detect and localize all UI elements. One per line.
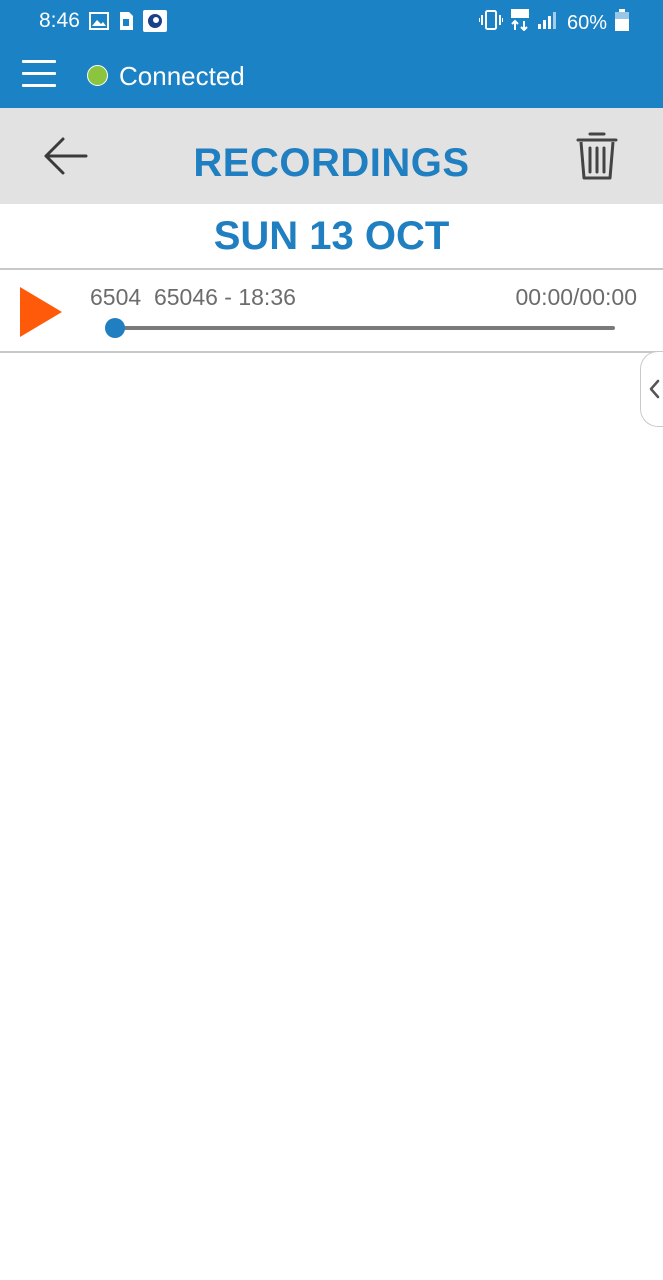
play-icon: [20, 287, 62, 337]
battery-percent: 60%: [566, 11, 607, 34]
page-title: RECORDINGS: [193, 141, 470, 185]
side-drawer-handle[interactable]: [640, 351, 663, 427]
connection-status: Connected: [119, 61, 245, 91]
status-time: 8:46: [39, 9, 80, 32]
image-icon: [89, 12, 109, 35]
lte-icon: [510, 9, 529, 37]
sim-icon: [118, 11, 134, 36]
date-header: SUN 13 OCT: [213, 214, 450, 258]
slider-thumb[interactable]: [105, 318, 125, 338]
divider-bottom: [0, 351, 663, 353]
vibrate-icon: [477, 10, 504, 36]
battery-icon: [615, 9, 629, 37]
app-bar: Connected: [0, 44, 663, 108]
delete-button[interactable]: [570, 128, 624, 184]
status-bar: 8:46 60%: [0, 0, 663, 44]
connection-status-dot: [87, 65, 108, 86]
recording-title: 6504 65046 - 18:36: [90, 284, 296, 310]
system-indicators: 60%: [477, 9, 629, 37]
recording-duration: 00:00/00:00: [515, 284, 637, 310]
play-button[interactable]: [18, 285, 64, 339]
trash-icon: [576, 132, 618, 180]
app-icon: [143, 10, 167, 37]
notification-icons: [89, 10, 167, 37]
chevron-left-icon: [649, 379, 660, 399]
signal-icon: [537, 10, 559, 36]
divider-top: [0, 268, 663, 270]
playback-slider[interactable]: [113, 326, 615, 330]
menu-icon[interactable]: [22, 60, 56, 92]
